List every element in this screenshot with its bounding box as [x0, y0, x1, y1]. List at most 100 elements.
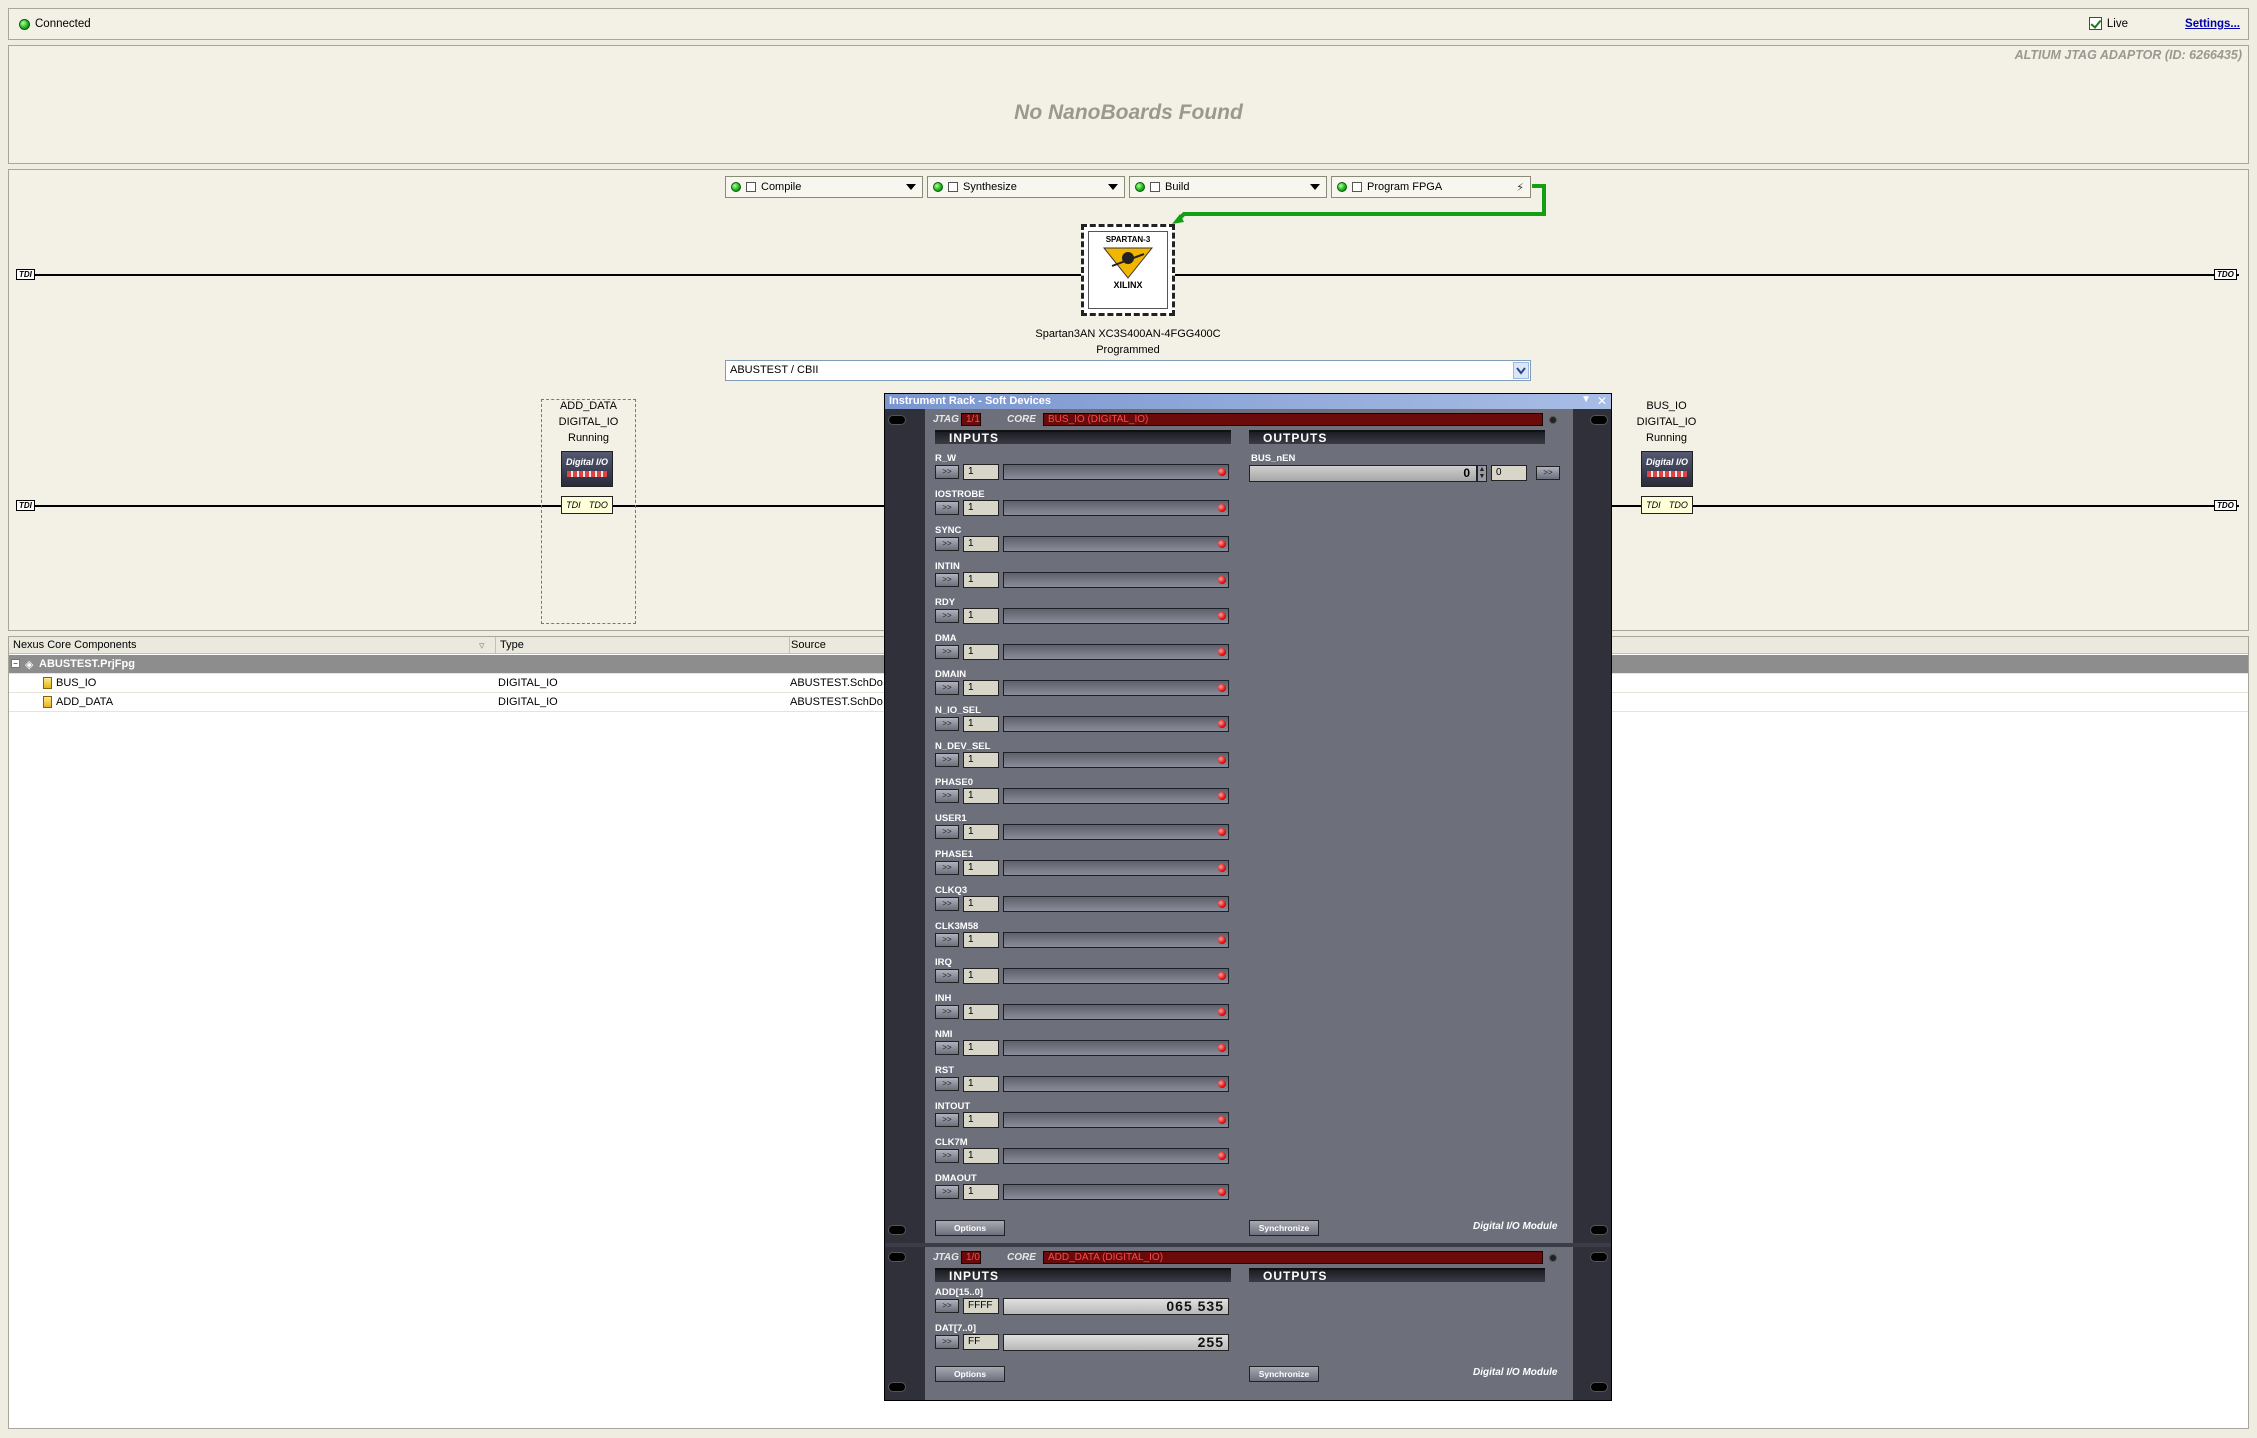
chevron-down-icon[interactable]	[906, 184, 916, 190]
input-send-button[interactable]: >>	[935, 861, 959, 875]
input-send-button[interactable]: >>	[935, 933, 959, 947]
input-send-button[interactable]: >>	[935, 1077, 959, 1091]
input-level-bar[interactable]	[1003, 680, 1229, 696]
input-value-box[interactable]: 1	[963, 464, 999, 480]
input-value-box[interactable]: 1	[963, 860, 999, 876]
input-value-box[interactable]: 1	[963, 1076, 999, 1092]
digital-io-icon[interactable]: Digital I/O	[1641, 451, 1693, 487]
input-send-button[interactable]: >>	[935, 501, 959, 515]
input-send-button[interactable]: >>	[935, 897, 959, 911]
input-level-bar[interactable]	[1003, 824, 1229, 840]
input-value-box[interactable]: FF	[963, 1334, 999, 1350]
input-level-bar[interactable]	[1003, 500, 1229, 516]
chevron-down-icon[interactable]	[1108, 184, 1118, 190]
input-value-box[interactable]: 1	[963, 1148, 999, 1164]
digital-io-icon[interactable]: Digital I/O	[561, 451, 613, 487]
input-value-box[interactable]: 1	[963, 644, 999, 660]
input-value-box[interactable]: 1	[963, 788, 999, 804]
input-send-button[interactable]: >>	[935, 573, 959, 587]
input-level-bar[interactable]	[1003, 896, 1229, 912]
synchronize-button[interactable]: Synchronize	[1249, 1366, 1319, 1382]
input-level-bar[interactable]	[1003, 1148, 1229, 1164]
fpga-chip[interactable]: SPARTAN-3 XILINX	[1081, 224, 1175, 316]
input-value-box[interactable]: 1	[963, 680, 999, 696]
input-send-button[interactable]: >>	[935, 465, 959, 479]
input-send-button[interactable]: >>	[935, 717, 959, 731]
input-value-box[interactable]: 1	[963, 932, 999, 948]
input-level-bar[interactable]	[1003, 1184, 1229, 1200]
input-level-bar[interactable]	[1003, 644, 1229, 660]
input-send-button[interactable]: >>	[935, 1149, 959, 1163]
output-value-box[interactable]: 0	[1491, 465, 1527, 481]
options-button[interactable]: Options	[935, 1366, 1005, 1382]
input-send-button[interactable]: >>	[935, 969, 959, 983]
input-level-bar[interactable]	[1003, 1040, 1229, 1056]
input-send-button[interactable]: >>	[935, 1185, 959, 1199]
input-level-bar[interactable]	[1003, 968, 1229, 984]
input-value-box[interactable]: 1	[963, 608, 999, 624]
input-value-box[interactable]: 1	[963, 572, 999, 588]
input-send-button[interactable]: >>	[935, 1005, 959, 1019]
input-send-button[interactable]: >>	[935, 609, 959, 623]
input-level-bar[interactable]	[1003, 1112, 1229, 1128]
col-header-components[interactable]: Nexus Core Components	[13, 639, 137, 651]
input-value-box[interactable]: 1	[963, 752, 999, 768]
filter-icon[interactable]: ▿	[479, 639, 485, 652]
input-value-box[interactable]: 1	[963, 1112, 999, 1128]
tdi-tdo-box: TDI TDO	[561, 496, 613, 514]
input-level-bar[interactable]	[1003, 788, 1229, 804]
input-value-box[interactable]: 1	[963, 1040, 999, 1056]
rack-title-bar[interactable]: Instrument Rack - Soft Devices ▼ ✕	[885, 394, 1611, 409]
input-send-button[interactable]: >>	[935, 681, 959, 695]
input-value-box[interactable]: FFFF	[963, 1298, 999, 1314]
input-value-box[interactable]: 1	[963, 716, 999, 732]
input-send-button[interactable]: >>	[935, 825, 959, 839]
combo-dropdown-button[interactable]	[1513, 362, 1529, 379]
input-value-box[interactable]: 1	[963, 536, 999, 552]
input-send-button[interactable]: >>	[935, 753, 959, 767]
input-level-bar[interactable]	[1003, 716, 1229, 732]
input-value-box[interactable]: 1	[963, 896, 999, 912]
col-divider[interactable]	[789, 637, 790, 654]
output-spinner[interactable]: ▲ ▼	[1477, 465, 1487, 482]
input-level-bar[interactable]	[1003, 572, 1229, 588]
input-send-button[interactable]: >>	[935, 1113, 959, 1127]
output-send-button[interactable]: >>	[1536, 466, 1560, 480]
input-value-box[interactable]: 1	[963, 824, 999, 840]
input-send-button[interactable]: >>	[935, 1299, 959, 1313]
input-value-box[interactable]: 1	[963, 500, 999, 516]
input-level-bar[interactable]	[1003, 1076, 1229, 1092]
input-level-bar[interactable]	[1003, 608, 1229, 624]
input-send-button[interactable]: >>	[935, 645, 959, 659]
input-signal-name: IRQ	[935, 957, 952, 968]
input-send-button[interactable]: >>	[935, 789, 959, 803]
input-send-button[interactable]: >>	[935, 537, 959, 551]
input-signal-name: CLKQ3	[935, 885, 968, 896]
col-divider[interactable]	[495, 637, 496, 654]
synchronize-button[interactable]: Synchronize	[1249, 1220, 1319, 1236]
input-level-bar[interactable]	[1003, 1004, 1229, 1020]
input-value-box[interactable]: 1	[963, 968, 999, 984]
collapse-icon[interactable]: −	[11, 659, 20, 668]
configuration-select[interactable]: ABUSTEST / CBII	[725, 360, 1531, 381]
input-value-box[interactable]: 1	[963, 1184, 999, 1200]
live-toggle[interactable]: Live	[2088, 17, 2128, 30]
settings-link[interactable]: Settings...	[2185, 18, 2240, 30]
synthesize-process[interactable]: Synthesize	[927, 176, 1125, 198]
input-send-button[interactable]: >>	[935, 1335, 959, 1349]
input-level-bar[interactable]	[1003, 464, 1229, 480]
compile-process[interactable]: Compile	[725, 176, 923, 198]
options-button[interactable]: Options	[935, 1220, 1005, 1236]
input-send-button[interactable]: >>	[935, 1041, 959, 1055]
col-header-type[interactable]: Type	[500, 639, 524, 651]
input-level-bar[interactable]	[1003, 860, 1229, 876]
live-checkbox[interactable]	[2088, 17, 2102, 30]
input-value-box[interactable]: 1	[963, 1004, 999, 1020]
close-icon[interactable]: ✕	[1597, 394, 1607, 408]
col-header-source[interactable]: Source	[791, 639, 826, 651]
instrument-rack-window[interactable]: Instrument Rack - Soft Devices ▼ ✕ JTAG …	[884, 393, 1612, 1401]
input-level-bar[interactable]	[1003, 752, 1229, 768]
input-level-bar[interactable]	[1003, 536, 1229, 552]
input-level-bar[interactable]	[1003, 932, 1229, 948]
dropdown-icon[interactable]: ▼	[1581, 394, 1591, 405]
